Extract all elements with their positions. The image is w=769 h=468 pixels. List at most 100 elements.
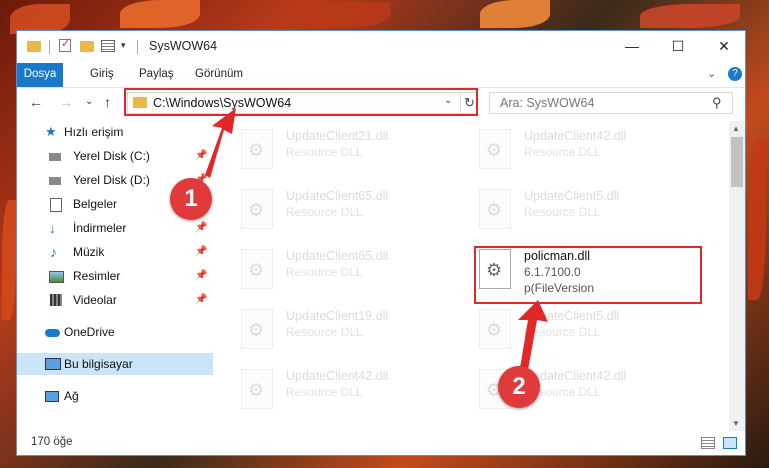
background-leaf — [2, 200, 16, 320]
file-name: UpdateClient5.dll — [524, 309, 620, 323]
documents-icon — [50, 198, 62, 212]
tab-home[interactable]: Giriş — [90, 63, 114, 87]
file-description: Resource DLL — [286, 325, 363, 339]
pin-icon[interactable]: 📌 — [195, 145, 207, 167]
file-highlight-box — [474, 246, 702, 304]
ribbon-tabs: Dosya Giriş Paylaş Görünüm ⌄ ? — [17, 63, 745, 88]
list-item[interactable]: UpdateClient5.dll Resource DLL — [479, 307, 699, 353]
sidebar-item-label: Hızlı erişim — [64, 125, 124, 139]
dll-file-icon — [241, 129, 273, 169]
list-item[interactable]: UpdateClient42.dll Resource DLL — [479, 127, 699, 173]
sidebar-item-label: Videolar — [73, 293, 117, 307]
pin-icon[interactable]: 📌 — [195, 289, 207, 311]
file-name: UpdateClient42.dll — [286, 369, 389, 383]
scroll-down-arrow-icon[interactable]: ▼ — [732, 419, 740, 428]
background-leaf — [300, 2, 390, 28]
cloud-icon — [45, 329, 60, 337]
list-item[interactable]: UpdateClient65.dll Resource DLL — [241, 247, 461, 293]
window-title: SysWOW64 — [149, 39, 218, 53]
divider — [49, 40, 50, 54]
sidebar-item-onedrive[interactable]: OneDrive — [17, 321, 213, 343]
dll-file-icon — [241, 309, 273, 349]
recent-locations-chevron-icon[interactable]: ⌄ — [85, 96, 93, 107]
address-highlight-box — [124, 88, 478, 116]
sidebar-item-label: Müzik — [73, 245, 105, 259]
divider — [137, 40, 138, 54]
close-button[interactable]: ✕ — [701, 31, 747, 61]
sidebar-item-label: Yerel Disk (D:) — [73, 173, 150, 187]
tab-share[interactable]: Paylaş — [139, 63, 174, 87]
file-name: UpdateClient5.dll — [524, 189, 620, 203]
file-description: Resource DLL — [286, 205, 363, 219]
search-icon[interactable]: ⚲ — [712, 95, 722, 111]
sidebar-item-videos[interactable]: Videolar 📌 — [17, 289, 213, 311]
new-folder-icon[interactable] — [80, 41, 94, 52]
sidebar-item-pictures[interactable]: Resimler 📌 — [17, 265, 213, 287]
sidebar-item-network[interactable]: Ağ — [17, 385, 213, 407]
folder-icon — [27, 41, 41, 52]
expand-ribbon-chevron-icon[interactable]: ⌄ — [707, 67, 716, 80]
navigation-pane: ★ Hızlı erişim Yerel Disk (C:) 📌 Yerel D… — [17, 121, 213, 421]
dll-file-icon — [479, 309, 511, 349]
details-view-icon[interactable] — [701, 437, 715, 449]
tab-view[interactable]: Görünüm — [195, 63, 243, 87]
customize-toolbar-chevron-icon[interactable]: ▾ — [121, 40, 126, 56]
dll-file-icon — [241, 369, 273, 409]
file-description: Resource DLL — [524, 325, 601, 339]
help-icon[interactable]: ? — [728, 67, 742, 81]
pin-icon[interactable]: 📌 — [195, 265, 207, 287]
sidebar-item-music[interactable]: ♪ Müzik 📌 — [17, 241, 213, 263]
network-icon — [45, 391, 59, 402]
minimize-button[interactable]: — — [609, 31, 655, 61]
list-item[interactable]: UpdateClient19.dll Resource DLL — [241, 307, 461, 353]
tab-file[interactable]: Dosya — [17, 63, 63, 87]
sidebar-item-label: Yerel Disk (C:) — [73, 149, 150, 163]
sidebar-item-label: Ağ — [64, 389, 79, 403]
file-description: Resource DLL — [286, 145, 363, 159]
scroll-thumb[interactable] — [731, 137, 743, 187]
search-input[interactable]: Ara: SysWOW64 — [500, 96, 594, 110]
sidebar-item-local-disk-c[interactable]: Yerel Disk (C:) 📌 — [17, 145, 213, 167]
properties-check-icon[interactable] — [59, 37, 71, 52]
sidebar-item-this-pc[interactable]: Bu bilgisayar — [17, 353, 213, 375]
download-icon: ↓ — [49, 220, 56, 236]
music-icon: ♪ — [50, 244, 57, 260]
pictures-icon — [49, 271, 64, 283]
dll-file-icon — [479, 189, 511, 229]
back-arrow-icon[interactable]: ← — [29, 94, 43, 110]
list-item[interactable]: UpdateClient65.dll Resource DLL — [241, 187, 461, 233]
file-name: UpdateClient65.dll — [286, 249, 389, 263]
up-arrow-icon[interactable]: ↑ — [104, 94, 111, 110]
dll-file-icon — [241, 249, 273, 289]
background-leaf — [748, 140, 766, 300]
list-item[interactable]: UpdateClient21.dll Resource DLL — [241, 127, 461, 173]
item-count: 170 öğe — [31, 436, 73, 448]
properties-icon[interactable] — [101, 40, 115, 52]
videos-icon — [50, 294, 62, 306]
pin-icon[interactable]: 📌 — [195, 241, 207, 263]
status-bar: 170 öğe — [17, 433, 745, 455]
maximize-button[interactable]: ☐ — [655, 31, 701, 61]
sidebar-item-downloads[interactable]: ↓ İndirmeler 📌 — [17, 217, 213, 239]
sidebar-item-quick-access[interactable]: ★ Hızlı erişim — [17, 121, 213, 143]
background-leaf — [480, 0, 550, 28]
list-item[interactable]: UpdateClient42.dll Resource DLL — [241, 367, 461, 413]
forward-arrow-icon[interactable]: → — [59, 94, 73, 110]
background-leaf — [640, 4, 740, 28]
star-icon: ★ — [45, 124, 57, 139]
sidebar-item-label: Belgeler — [73, 197, 118, 211]
file-description: Resource DLL — [524, 145, 601, 159]
pin-icon[interactable]: 📌 — [195, 217, 207, 239]
file-description: Resource DLL — [286, 265, 363, 279]
file-name: UpdateClient65.dll — [286, 189, 389, 203]
sidebar-item-label: Resimler — [73, 269, 121, 283]
step-1-badge: 1 — [170, 178, 212, 220]
file-description: Resource DLL — [524, 205, 601, 219]
file-name: UpdateClient42.dll — [524, 129, 627, 143]
tiles-view-icon[interactable] — [723, 437, 737, 449]
list-item[interactable]: UpdateClient5.dll Resource DLL — [479, 187, 699, 233]
search-box[interactable]: Ara: SysWOW64 ⚲ — [489, 92, 733, 114]
vertical-scrollbar[interactable]: ▲ ▼ — [729, 121, 745, 431]
dll-file-icon — [479, 129, 511, 169]
scroll-up-arrow-icon[interactable]: ▲ — [732, 124, 740, 133]
